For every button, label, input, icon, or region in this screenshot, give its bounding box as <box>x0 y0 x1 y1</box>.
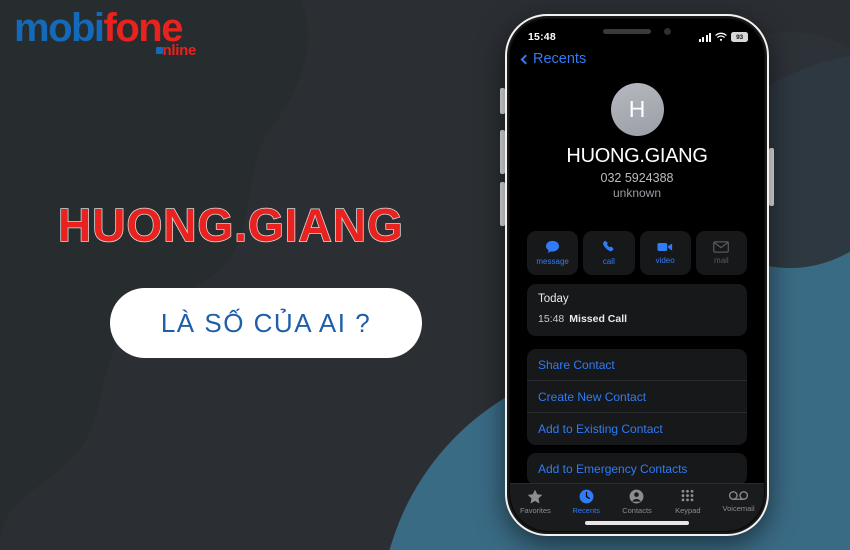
tab-recents-label: Recents <box>572 506 600 515</box>
phone-handset-icon <box>602 240 614 252</box>
contact-number: 032 5924388 <box>600 171 674 185</box>
tab-keypad[interactable]: Keypad <box>662 489 713 515</box>
battery-icon: 93 <box>731 32 748 42</box>
back-to-recents-button[interactable]: Recents <box>520 51 587 67</box>
tab-contacts-label: Contacts <box>622 506 652 515</box>
back-button-label: Recents <box>533 51 587 67</box>
message-action-label: message <box>536 257 569 266</box>
mobifone-logo: mobifone nline <box>14 8 214 66</box>
promo-question-text: LÀ SỐ CỦA AI ? <box>160 307 372 338</box>
status-bar-time: 15:48 <box>528 31 556 43</box>
emergency-options-list: Add to Emergency Contacts <box>527 453 747 485</box>
wifi-icon <box>715 32 727 41</box>
call-log-time: 15:48 <box>538 313 565 325</box>
tab-voicemail[interactable]: Voicemail <box>713 489 764 513</box>
option-share-contact[interactable]: Share Contact <box>527 349 747 381</box>
option-add-to-existing-contact[interactable]: Add to Existing Contact <box>527 413 747 445</box>
logo-online-label: nline <box>162 42 196 59</box>
clock-icon <box>579 489 594 504</box>
call-log-type: Missed Call <box>569 313 628 325</box>
tab-voicemail-label: Voicemail <box>722 504 755 513</box>
cellular-signal-icon <box>698 32 711 42</box>
logo-text-mobi: mobi <box>14 6 105 50</box>
message-action-button[interactable]: message <box>527 231 579 275</box>
video-action-button[interactable]: video <box>639 231 691 275</box>
option-add-to-emergency-contacts[interactable]: Add to Emergency Contacts <box>527 453 747 485</box>
logo-o-mark <box>156 46 164 54</box>
tab-favorites[interactable]: Favorites <box>510 489 561 515</box>
contact-options-list: Share Contact Create New Contact Add to … <box>527 349 747 445</box>
star-icon <box>528 489 543 504</box>
phone-power-button[interactable] <box>769 148 774 206</box>
phone-screen: 15:48 93 Recents H HUONG.GIANG 032 59243… <box>510 19 764 531</box>
call-log-entry: 15:48 Missed Call <box>538 313 736 325</box>
envelope-icon <box>713 241 730 253</box>
earpiece-speaker-icon <box>603 29 651 34</box>
contact-name: HUONG.GIANG <box>566 145 708 167</box>
call-log-card: Today 15:48 Missed Call <box>527 284 747 336</box>
home-indicator[interactable] <box>585 521 689 525</box>
voicemail-icon <box>729 491 749 500</box>
promo-question-pill: LÀ SỐ CỦA AI ? <box>110 288 422 358</box>
video-action-label: video <box>655 256 675 265</box>
video-camera-icon <box>657 243 673 251</box>
contact-header: H HUONG.GIANG 032 5924388 unknown <box>510 83 764 200</box>
keypad-icon <box>681 489 694 502</box>
call-log-day: Today <box>538 293 569 305</box>
front-camera-icon <box>664 28 671 35</box>
call-action-label: call <box>602 257 615 266</box>
logo-text-online: nline <box>156 42 196 59</box>
tab-keypad-label: Keypad <box>675 506 701 515</box>
avatar: H <box>610 83 664 136</box>
tab-favorites-label: Favorites <box>519 506 551 515</box>
tab-contacts[interactable]: Contacts <box>612 489 663 515</box>
phone-device-frame: 15:48 93 Recents H HUONG.GIANG 032 59243… <box>505 14 769 536</box>
mail-action-label: mail <box>714 256 729 265</box>
contact-label: unknown <box>612 186 662 200</box>
call-action-button[interactable]: call <box>583 231 635 275</box>
mail-action-button: mail <box>695 231 747 275</box>
phone-notch <box>581 19 693 44</box>
option-create-new-contact[interactable]: Create New Contact <box>527 381 747 413</box>
contact-action-buttons: message call video mail <box>527 231 747 275</box>
promo-headline: HUONG.GIANG <box>57 198 404 252</box>
person-icon <box>630 489 644 504</box>
chevron-left-icon <box>520 54 531 64</box>
tab-recents[interactable]: Recents <box>561 489 612 515</box>
message-bubble-icon <box>546 240 560 253</box>
status-bar-indicators: 93 <box>698 32 748 42</box>
